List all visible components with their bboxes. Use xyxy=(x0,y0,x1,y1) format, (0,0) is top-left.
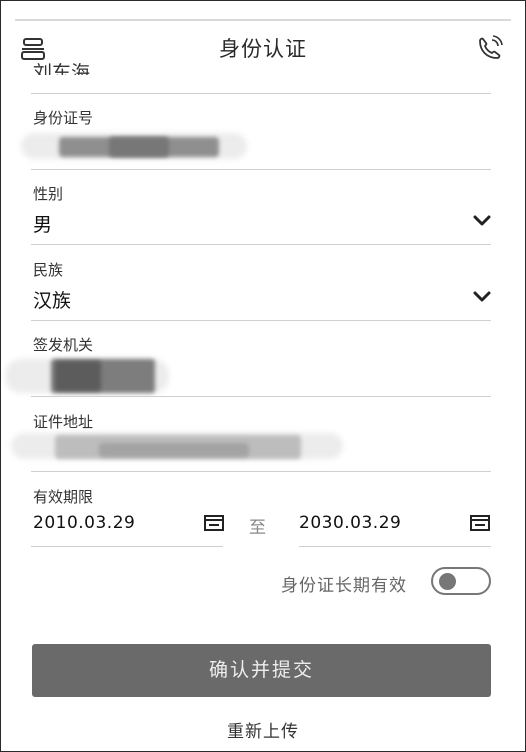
issuing-authority-label: 签发机关 xyxy=(33,336,94,354)
validity-end-date[interactable]: 2030.03.29 xyxy=(299,513,401,533)
long-term-label: 身份证长期有效 xyxy=(281,576,407,596)
chevron-down-icon[interactable] xyxy=(473,215,491,227)
divider xyxy=(31,169,491,170)
status-bar-divider xyxy=(15,19,511,21)
id-number-field[interactable] xyxy=(19,129,259,165)
id-number-label: 身份证号 xyxy=(33,109,94,127)
divider xyxy=(299,546,491,547)
divider xyxy=(31,320,491,321)
validity-start-date[interactable]: 2010.03.29 xyxy=(33,513,135,533)
issuing-authority-field[interactable] xyxy=(5,355,175,397)
divider xyxy=(31,93,491,94)
gender-label: 性别 xyxy=(33,185,64,203)
divider xyxy=(31,396,491,397)
reupload-link[interactable]: 重新上传 xyxy=(1,717,525,742)
app-frame: 身份认证 刘东海 身份证号 性别 男 民族 汉族 签发机关 证件地址 有效期限 … xyxy=(0,0,526,752)
divider xyxy=(31,244,491,245)
divider xyxy=(31,546,223,547)
ethnicity-label: 民族 xyxy=(33,261,64,279)
gender-value[interactable]: 男 xyxy=(33,210,52,237)
toggle-knob xyxy=(439,573,456,590)
submit-button[interactable]: 确认并提交 xyxy=(32,644,491,697)
validity-label: 有效期限 xyxy=(33,488,94,506)
calendar-icon[interactable] xyxy=(203,514,225,532)
calendar-icon[interactable] xyxy=(469,514,491,532)
chevron-down-icon[interactable] xyxy=(473,291,491,303)
long-term-toggle[interactable] xyxy=(431,567,491,595)
ethnicity-value[interactable]: 汉族 xyxy=(33,286,71,313)
address-field[interactable] xyxy=(9,429,349,465)
date-separator: 至 xyxy=(249,518,266,538)
phone-call-icon[interactable] xyxy=(475,35,505,63)
divider xyxy=(31,471,491,472)
name-value-partial: 刘东海 xyxy=(33,62,91,75)
